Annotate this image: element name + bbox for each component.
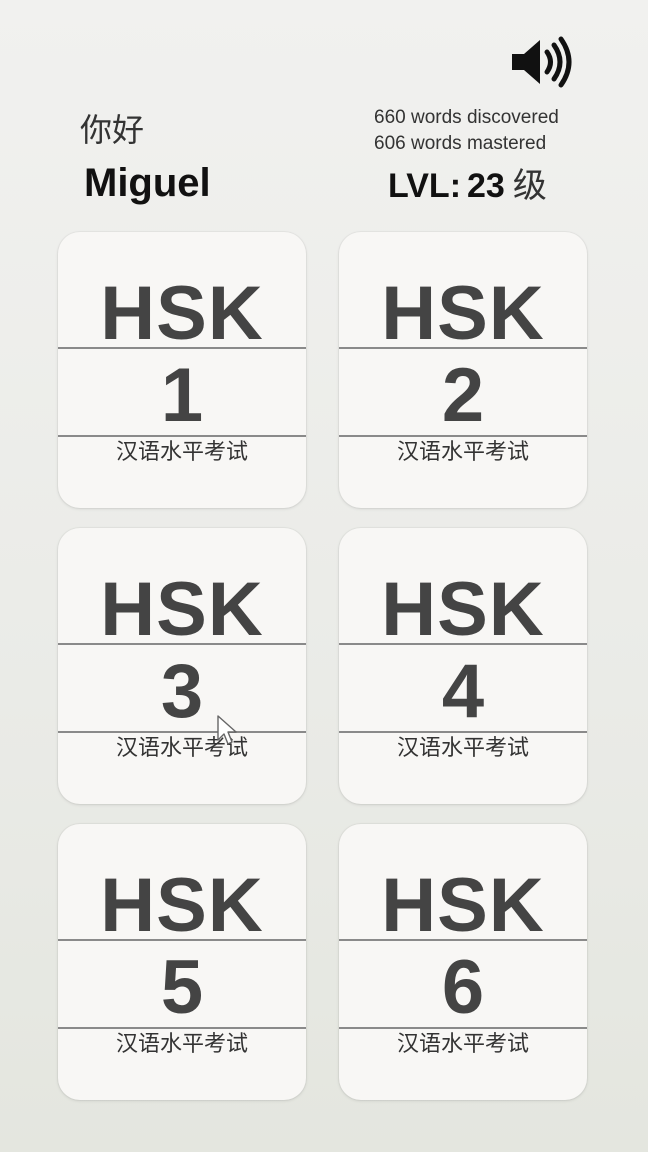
card-level-number: 6: [441, 945, 485, 1030]
card-subtitle: 汉语水平考试: [396, 440, 529, 465]
card-title: HSK: [381, 567, 545, 652]
hsk-card-4[interactable]: HSK 4 汉语水平考试: [339, 528, 587, 804]
card-divider: [339, 643, 587, 645]
card-subtitle: 汉语水平考试: [396, 1032, 529, 1057]
card-subtitle: 汉语水平考试: [396, 736, 529, 761]
card-divider: [339, 731, 587, 733]
card-subtitle: 汉语水平考试: [115, 736, 248, 761]
card-level-number: 1: [160, 353, 204, 438]
card-title: HSK: [100, 863, 264, 948]
card-divider: [58, 643, 306, 645]
hsk-card-3[interactable]: HSK 3 汉语水平考试: [58, 528, 306, 804]
hsk-card-1[interactable]: HSK 1 汉语水平考试: [58, 232, 306, 508]
card-level-number: 4: [441, 649, 485, 734]
card-level-number: 3: [160, 649, 204, 734]
card-divider: [58, 435, 306, 437]
card-divider: [58, 1027, 306, 1029]
card-divider: [58, 939, 306, 941]
card-divider: [58, 731, 306, 733]
card-divider: [339, 939, 587, 941]
hsk-card-2[interactable]: HSK 2 汉语水平考试: [339, 232, 587, 508]
card-title: HSK: [100, 567, 264, 652]
card-divider: [339, 1027, 587, 1029]
card-level-number: 5: [160, 945, 204, 1030]
card-divider: [339, 435, 587, 437]
card-divider: [58, 347, 306, 349]
hsk-card-5[interactable]: HSK 5 汉语水平考试: [58, 824, 306, 1100]
card-subtitle: 汉语水平考试: [115, 440, 248, 465]
card-subtitle: 汉语水平考试: [115, 1032, 248, 1057]
card-level-number: 2: [441, 353, 485, 438]
card-title: HSK: [100, 271, 264, 356]
card-title: HSK: [381, 271, 545, 356]
card-divider: [339, 347, 587, 349]
hsk-card-6[interactable]: HSK 6 汉语水平考试: [339, 824, 587, 1100]
card-title: HSK: [381, 863, 545, 948]
hsk-level-grid: HSK 1 汉语水平考试 HSK 2 汉语水平考试 HSK 3 汉语水平考试 H…: [0, 0, 648, 1152]
